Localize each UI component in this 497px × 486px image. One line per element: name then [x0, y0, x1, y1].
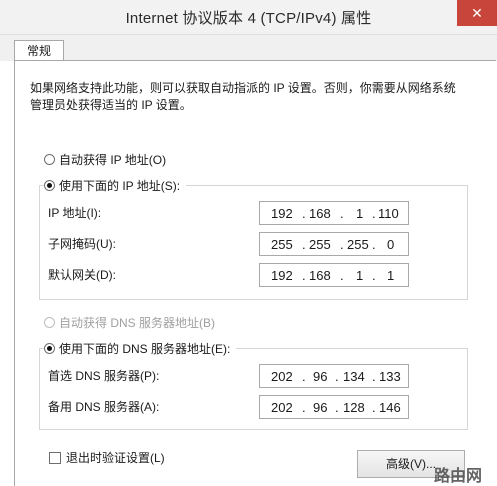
title-bar: Internet 协议版本 4 (TCP/IPv4) 属性 ✕: [0, 0, 497, 35]
close-button[interactable]: ✕: [457, 0, 497, 26]
preferred-dns-input[interactable]: 202 . 96 . 134 . 133: [259, 364, 409, 388]
preferred-dns-label: 首选 DNS 服务器(P):: [48, 369, 160, 383]
manual-dns-option[interactable]: 使用下面的 DNS 服务器地址(E):: [44, 339, 237, 357]
auto-dns-option: 自动获得 DNS 服务器地址(B): [44, 313, 222, 331]
auto-ip-radio[interactable]: [44, 153, 55, 165]
alternate-dns-label: 备用 DNS 服务器(A):: [48, 400, 160, 414]
manual-dns-label: 使用下面的 DNS 服务器地址(E):: [59, 341, 231, 356]
subnet-mask-input[interactable]: 255 . 255 . 255 . 0: [259, 232, 409, 256]
auto-ip-label: 自动获得 IP 地址(O): [59, 152, 167, 167]
ip-address-label: IP 地址(I):: [48, 206, 102, 220]
manual-ip-option[interactable]: 使用下面的 IP 地址(S):: [44, 176, 187, 194]
ip-address-input[interactable]: 192 . 168 . 1 . 110: [259, 201, 409, 225]
gateway-input[interactable]: 192 . 168 . 1 . 1: [259, 263, 409, 287]
auto-ip-option[interactable]: 自动获得 IP 地址(O): [44, 150, 173, 168]
close-icon: ✕: [471, 5, 483, 21]
tab-strip: 常规: [0, 35, 497, 62]
auto-dns-radio: [44, 316, 55, 328]
tab-general[interactable]: 常规: [14, 40, 64, 62]
description-text: 如果网络支持此功能，则可以获取自动指派的 IP 设置。否则，你需要从网络系统管理…: [30, 81, 456, 112]
auto-dns-label: 自动获得 DNS 服务器地址(B): [59, 315, 216, 330]
manual-ip-radio[interactable]: [44, 179, 55, 191]
validate-checkbox[interactable]: [49, 452, 61, 464]
validate-label: 退出时验证设置(L): [66, 451, 165, 465]
alternate-dns-input[interactable]: 202 . 96 . 128 . 146: [259, 395, 409, 419]
manual-ip-label: 使用下面的 IP 地址(S):: [59, 178, 181, 193]
subnet-mask-label: 子网掩码(U):: [48, 237, 116, 251]
gateway-label: 默认网关(D):: [48, 268, 116, 282]
watermark-text: 路由网: [434, 468, 483, 485]
manual-dns-radio[interactable]: [44, 342, 55, 354]
window-title: Internet 协议版本 4 (TCP/IPv4) 属性: [125, 10, 372, 27]
